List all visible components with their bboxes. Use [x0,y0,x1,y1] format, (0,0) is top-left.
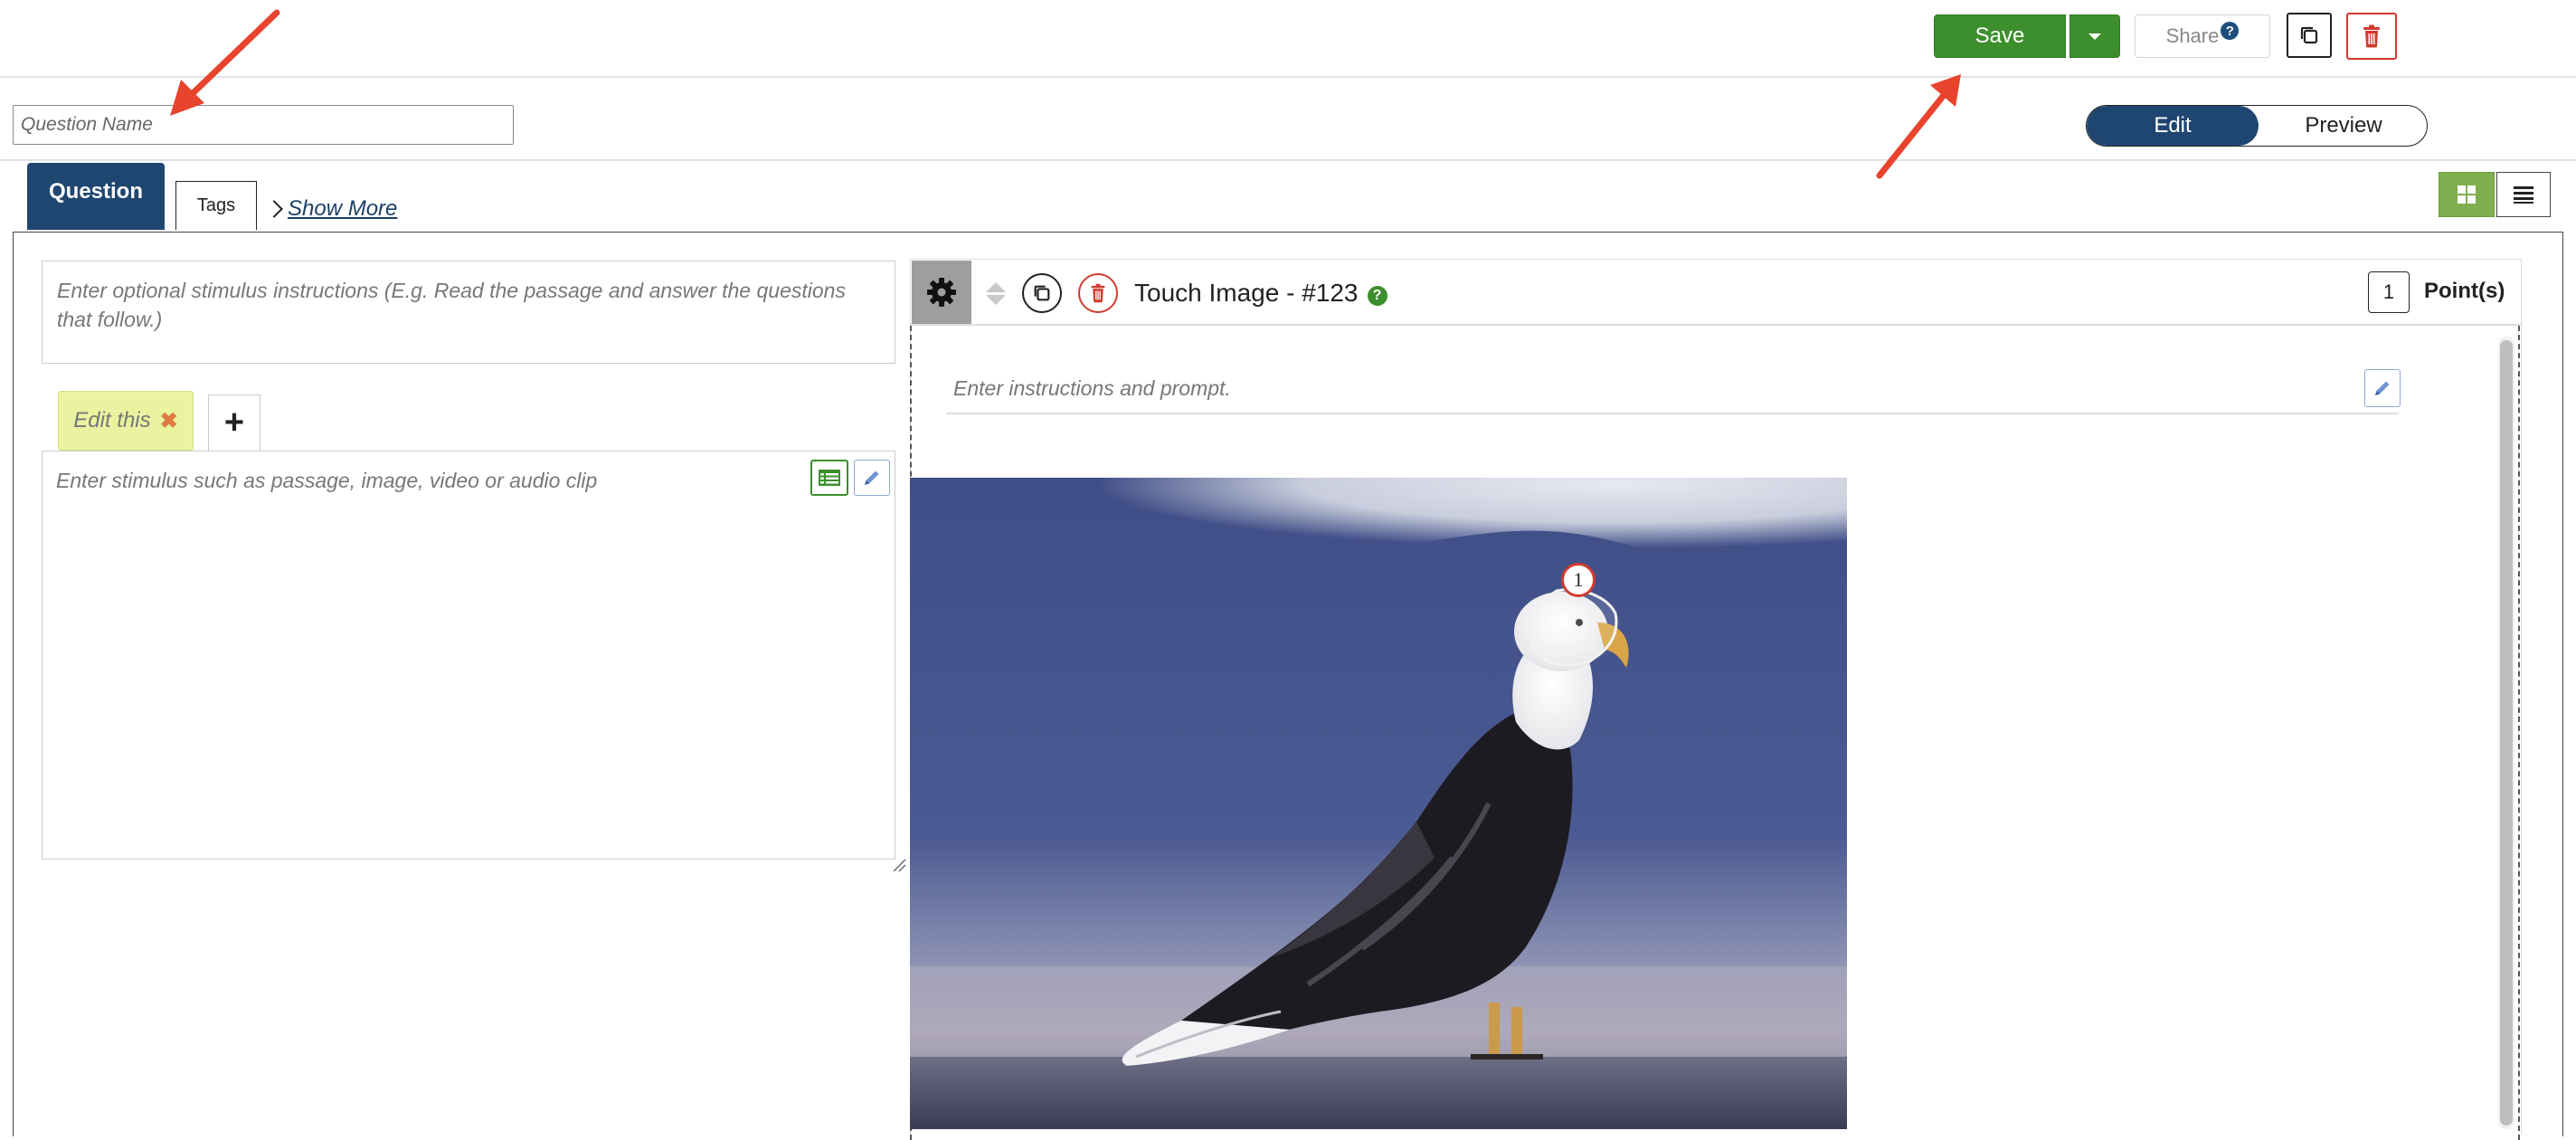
edit-stimulus-button[interactable] [854,460,890,496]
save-options-dropdown[interactable] [2069,14,2120,58]
question-settings-button[interactable] [912,261,971,324]
stimulus-content-editor[interactable] [42,451,895,860]
list-view-button[interactable] [2496,172,2551,217]
copy-icon [2300,26,2318,44]
tab-tags[interactable]: Tags [175,181,257,230]
insert-table-button[interactable] [810,460,848,496]
grid-view-icon [2458,185,2476,204]
remove-question-button[interactable] [1078,273,1118,313]
question-title-text: Touch Image - #123 [1134,279,1359,307]
stimulus-instructions-field[interactable]: Enter optional stimulus instructions (E.… [42,261,895,364]
delete-question-button[interactable] [2346,13,2397,60]
trash-icon [2363,24,2380,48]
edit-mode-button[interactable]: Edit [2087,106,2259,146]
touch-image-canvas[interactable]: 1 [910,478,1847,1129]
chevron-right-icon [265,200,283,218]
list-view-icon [2514,186,2533,204]
show-more-label: Show More [288,196,398,221]
prompt-underline [946,413,2399,414]
stimulus-tab-label: Edit this [73,408,151,432]
share-button[interactable]: Share ? [2135,14,2270,58]
move-up-icon [986,281,1006,292]
question-title: Touch Image - #123 ? [1134,275,1387,311]
header-divider [0,159,2576,161]
copy-icon [1034,285,1050,301]
caret-down-icon [2088,33,2101,40]
points-label: Point(s) [2424,279,2505,303]
duplicate-question-button[interactable] [1022,273,1062,313]
table-icon [819,470,840,486]
points-input[interactable]: 1 [2368,271,2410,313]
preview-mode-button[interactable]: Preview [2259,106,2427,146]
help-icon[interactable]: ? [1367,286,1387,306]
question-name-input[interactable] [13,105,514,145]
close-icon[interactable]: ✖ [160,408,178,434]
edit-prompt-button[interactable] [2364,369,2401,407]
share-label: Share [2165,24,2220,47]
question-mark-icon: ? [2221,22,2240,40]
hotspot-number: 1 [1573,568,1584,591]
pencil-icon [865,470,879,485]
edit-preview-toggle[interactable]: Edit Preview [2086,105,2428,147]
stimulus-tab-chip[interactable]: Edit this ✖ [58,391,194,451]
stimulus-content-placeholder: Enter stimulus such as passage, image, v… [56,469,598,492]
add-stimulus-tab-button[interactable]: + [208,394,260,451]
prompt-placeholder[interactable]: Enter instructions and prompt. [953,376,1231,401]
gear-icon [927,278,956,307]
hotspot-marker[interactable]: 1 [1561,563,1596,597]
show-more-link[interactable]: Show More [265,194,398,224]
arrow-to-question-name [170,9,280,116]
copy-question-button[interactable] [2287,13,2332,58]
scrollbar-thumb[interactable] [2500,340,2513,1126]
move-down-icon [986,294,1006,305]
reorder-handle[interactable] [986,275,1006,311]
eagle-image [910,478,1847,1129]
save-button[interactable]: Save [1934,14,2066,58]
top-divider [0,76,2576,78]
resize-handle-icon[interactable] [892,858,906,872]
trash-icon [1091,283,1105,303]
grid-view-button[interactable] [2439,172,2495,217]
pencil-icon [2375,381,2390,395]
tab-question[interactable]: Question [27,163,165,230]
